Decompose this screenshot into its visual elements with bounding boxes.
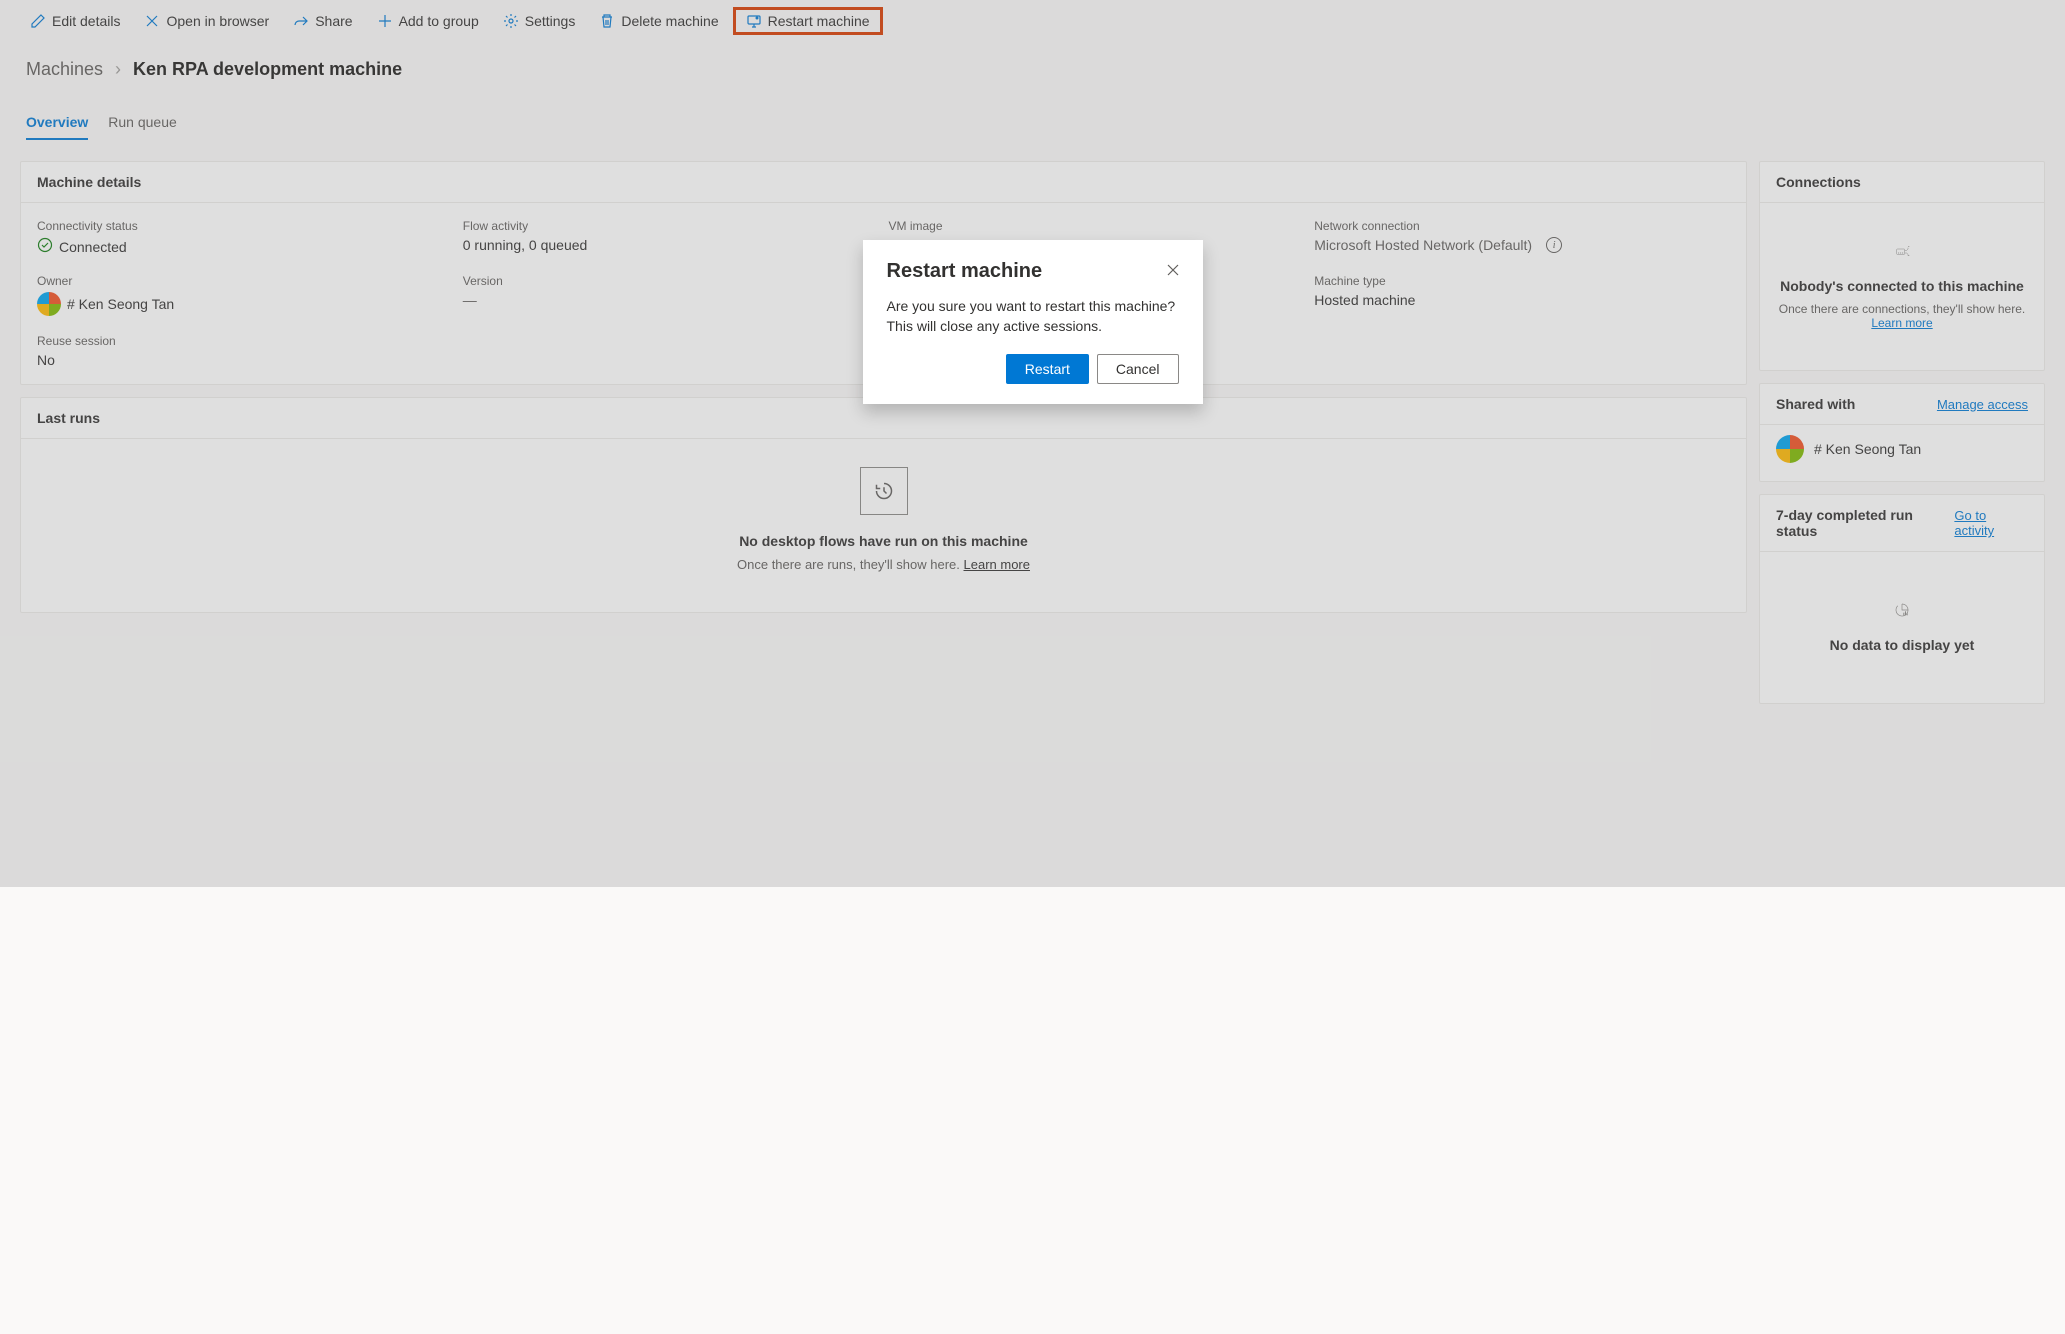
dialog-title: Restart machine — [887, 260, 1179, 283]
modal-overlay: Restart machine Are you sure you want to… — [0, 0, 2065, 887]
dialog-body: Are you sure you want to restart this ma… — [887, 297, 1179, 336]
close-icon — [1165, 265, 1181, 281]
dialog-cancel-button[interactable]: Cancel — [1097, 354, 1179, 384]
restart-dialog: Restart machine Are you sure you want to… — [863, 240, 1203, 404]
dialog-close-button[interactable] — [1161, 258, 1185, 285]
dialog-restart-button[interactable]: Restart — [1006, 354, 1089, 384]
